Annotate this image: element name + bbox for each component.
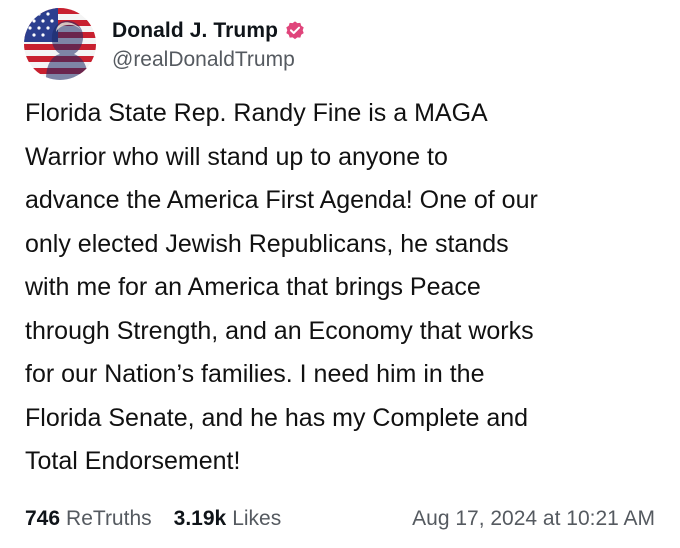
likes-count: 3.19k bbox=[173, 507, 227, 530]
avatar[interactable] bbox=[24, 8, 96, 80]
verified-badge-icon bbox=[284, 20, 306, 42]
avatar-flag-icon bbox=[24, 8, 96, 80]
post-body-text: Florida State Rep. Randy Fine is a MAGA … bbox=[25, 99, 538, 475]
post-timestamp[interactable]: Aug 17, 2024 at 10:21 AM bbox=[412, 507, 655, 531]
likes-stat[interactable]: 3.19k Likes bbox=[174, 507, 282, 531]
name-row: Donald J. Trump bbox=[112, 16, 306, 46]
likes-label: Likes bbox=[232, 507, 282, 530]
author-identity: Donald J. Trump @realDonaldTrump bbox=[112, 16, 306, 72]
post-header: Donald J. Trump @realDonaldTrump bbox=[24, 8, 306, 80]
retruths-stat[interactable]: 746 ReTruths bbox=[25, 507, 152, 531]
post-footer: 746 ReTruths 3.19k Likes Aug 17, 2024 at… bbox=[25, 504, 655, 534]
display-name[interactable]: Donald J. Trump bbox=[112, 19, 278, 43]
author-handle[interactable]: @realDonaldTrump bbox=[112, 48, 306, 72]
retruths-count: 746 bbox=[25, 507, 61, 530]
post-card: Donald J. Trump @realDonaldTrump Florida… bbox=[0, 0, 680, 548]
retruths-label: ReTruths bbox=[66, 507, 152, 530]
